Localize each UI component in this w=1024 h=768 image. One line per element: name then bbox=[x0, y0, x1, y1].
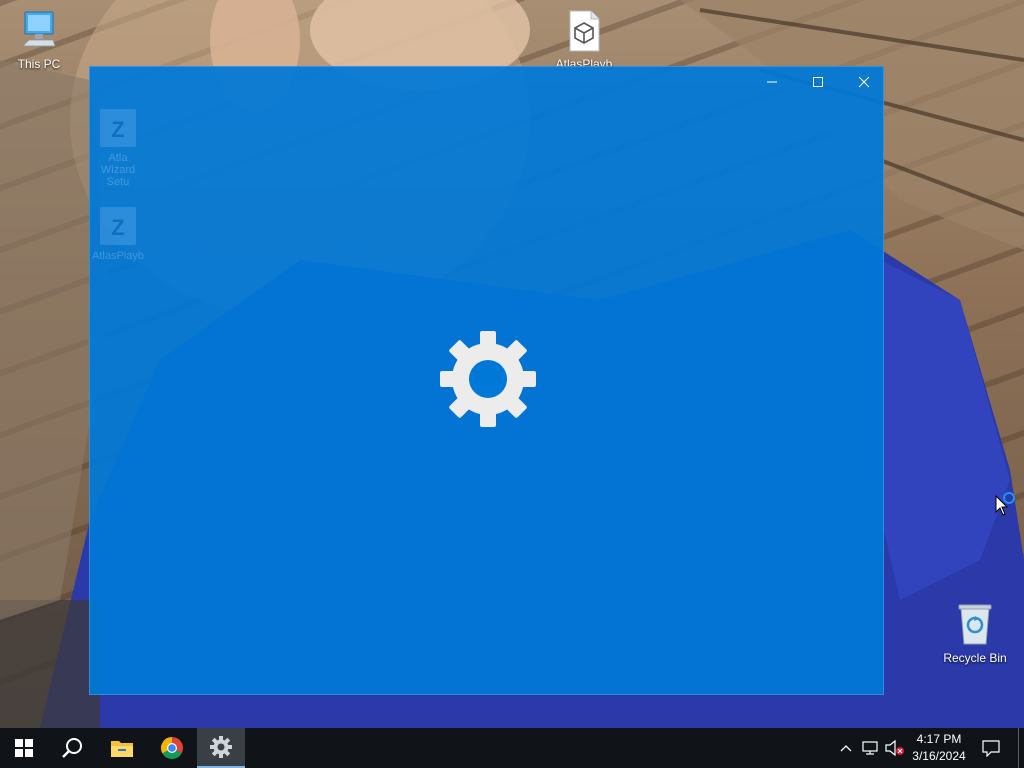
file-explorer-icon bbox=[111, 741, 133, 757]
atlas-file-icon bbox=[569, 10, 600, 52]
busy-cursor-icon bbox=[995, 492, 1015, 516]
taskbar-file-explorer[interactable] bbox=[98, 728, 146, 768]
svg-text:Z: Z bbox=[111, 117, 124, 142]
show-desktop-divider[interactable] bbox=[1018, 728, 1019, 768]
desktop-icon-label: This PC bbox=[17, 57, 61, 71]
network-icon bbox=[862, 741, 878, 755]
ghost-desktop-icon: Z AtlasPlayb bbox=[90, 205, 146, 262]
svg-text:Z: Z bbox=[111, 215, 124, 240]
taskbar-chrome[interactable] bbox=[148, 728, 196, 768]
computer-icon bbox=[22, 11, 56, 47]
desktop-icon-label: Recycle Bin bbox=[943, 651, 1007, 665]
windows-start-icon bbox=[15, 739, 33, 757]
volume-button[interactable] bbox=[885, 738, 905, 758]
settings-gear-icon bbox=[440, 331, 536, 427]
show-hidden-icons-icon bbox=[840, 745, 852, 752]
start-button[interactable] bbox=[0, 728, 48, 768]
clock-time: 4:17 PM bbox=[916, 732, 962, 746]
network-button[interactable] bbox=[861, 738, 881, 758]
minimize-button[interactable] bbox=[749, 67, 795, 97]
show-hidden-icons-button[interactable] bbox=[836, 738, 856, 758]
ghost-icon-label: Atla Wizard Setu bbox=[100, 152, 136, 188]
chrome-icon bbox=[160, 737, 184, 760]
search-button[interactable] bbox=[48, 728, 96, 768]
close-icon bbox=[858, 76, 870, 88]
zip-archive-icon: Z bbox=[100, 207, 136, 245]
recycle-bin-icon bbox=[958, 604, 992, 645]
minimize-icon bbox=[767, 81, 777, 83]
taskbar-clock[interactable]: 4:17 PM 3/16/2024 bbox=[905, 731, 973, 765]
action-center-icon bbox=[982, 740, 1000, 757]
taskbar: 4:17 PM 3/16/2024 bbox=[0, 728, 1024, 768]
zip-archive-icon: Z bbox=[100, 109, 136, 147]
maximize-icon bbox=[813, 77, 823, 87]
desktop-icon-atlasplayb[interactable]: AtlasPlayb bbox=[548, 10, 620, 71]
volume-muted-icon bbox=[885, 740, 904, 756]
ghost-desktop-icon: Z Atla Wizard Setu bbox=[90, 107, 146, 188]
action-center-button[interactable] bbox=[981, 738, 1001, 758]
ghost-icon-label: AtlasPlayb bbox=[92, 250, 144, 262]
close-button[interactable] bbox=[841, 67, 887, 97]
settings-icon bbox=[210, 736, 232, 758]
clock-date: 3/16/2024 bbox=[912, 749, 966, 763]
search-icon bbox=[62, 738, 82, 758]
maximize-button[interactable] bbox=[795, 67, 841, 97]
desktop-icon-recycle-bin[interactable]: Recycle Bin bbox=[939, 602, 1011, 665]
settings-splash-window[interactable]: Z Atla Wizard Setu Z AtlasPlayb bbox=[89, 66, 884, 695]
taskbar-settings[interactable] bbox=[197, 728, 245, 768]
desktop-icon-this-pc[interactable]: This PC bbox=[3, 10, 75, 71]
